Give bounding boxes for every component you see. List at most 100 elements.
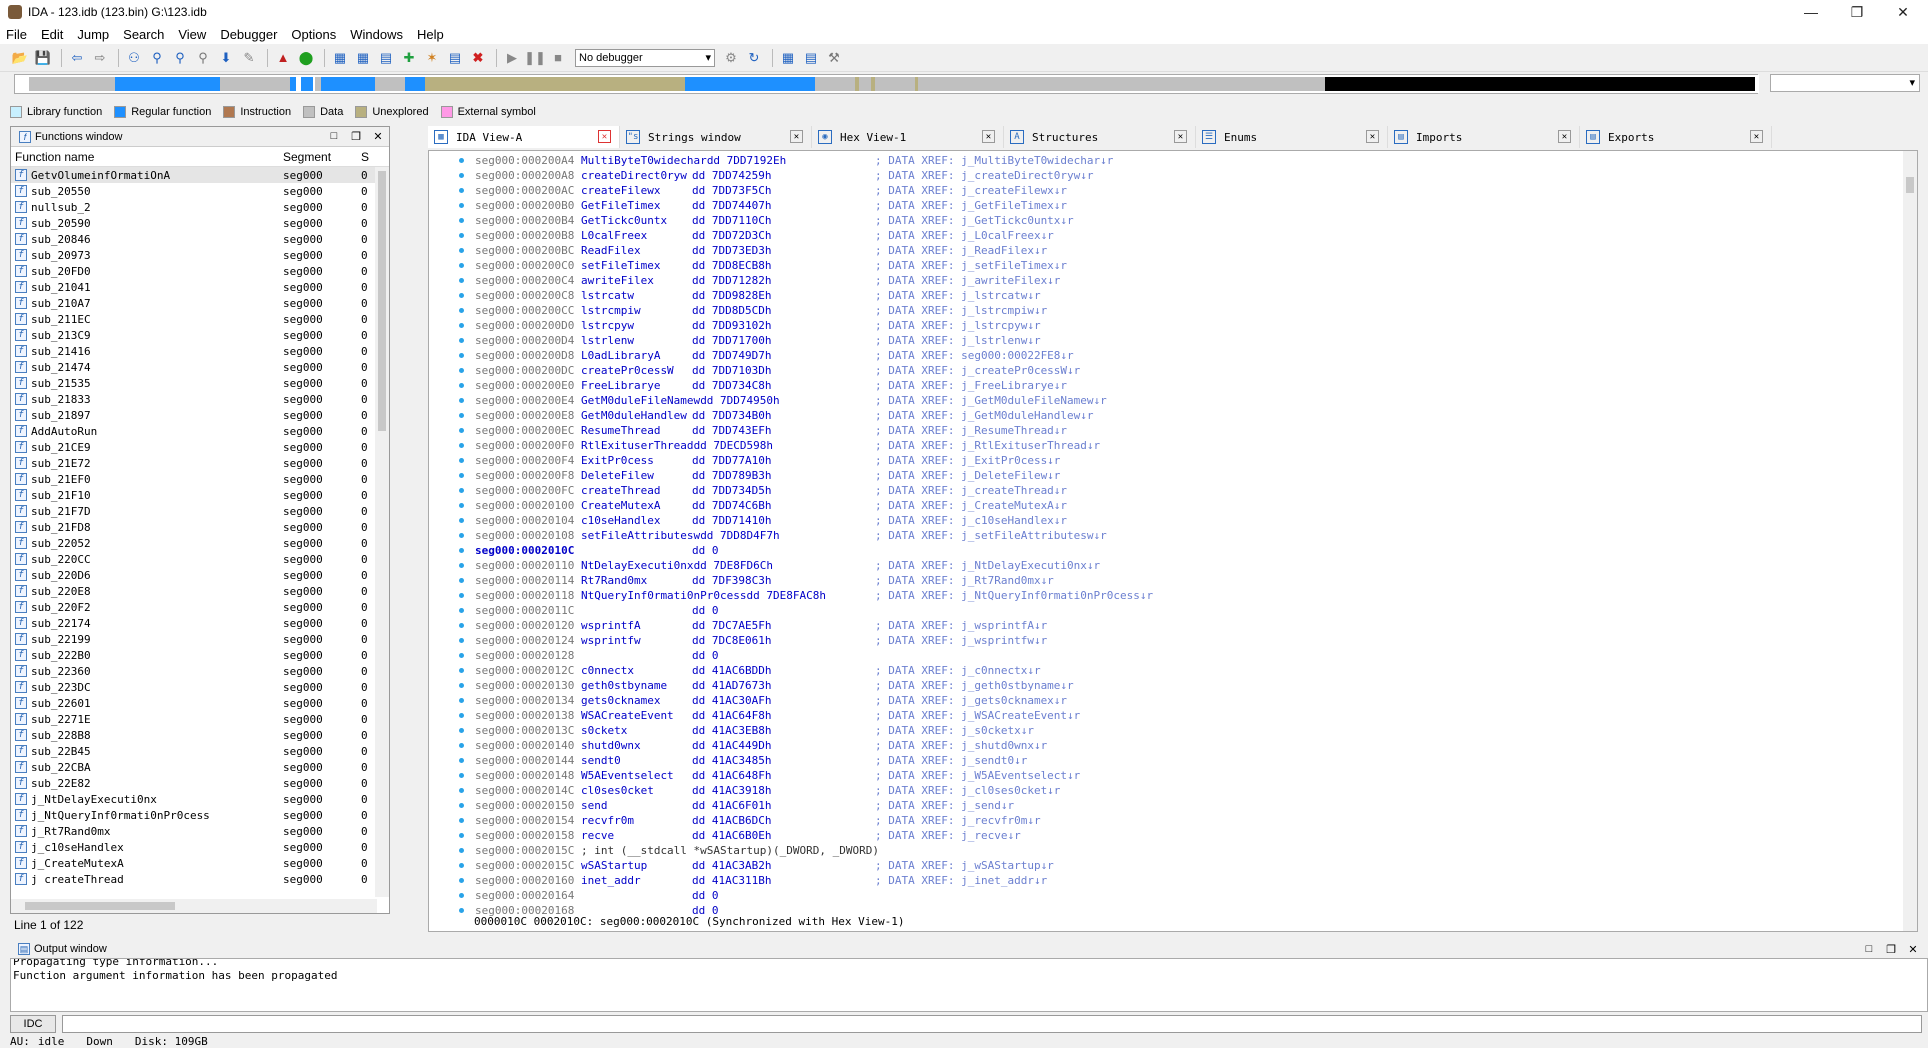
- disasm-name[interactable]: lstrcmpiw: [581, 303, 692, 318]
- breakpoint-dot[interactable]: [459, 878, 464, 883]
- disasm-xref-comment[interactable]: ; DATA XREF: j_inet_addr↓r: [875, 873, 1047, 888]
- column-segment[interactable]: Segment: [283, 150, 361, 164]
- function-row[interactable]: f j_createThread seg000 0: [11, 871, 389, 885]
- add-node-icon[interactable]: ✚: [399, 48, 419, 68]
- function-row[interactable]: f sub_22CBA seg000 0: [11, 759, 389, 775]
- disasm-name[interactable]: geth0stbyname: [581, 678, 692, 693]
- disasm-xref-comment[interactable]: ; DATA XREF: j_lstrcmpiw↓r: [875, 303, 1047, 318]
- disasm-name[interactable]: send: [581, 798, 692, 813]
- disasm-xref-comment[interactable]: ; DATA XREF: j_lstrcpyw↓r: [875, 318, 1041, 333]
- disasm-name[interactable]: W5AEventselect: [581, 768, 692, 783]
- disasm-line[interactable]: seg000:000200E4 GetM0duleFileNamewdd 7DD…: [475, 393, 1107, 408]
- disasm-line[interactable]: seg000:0002014C cl0ses0cket dd 41AC3918h;…: [475, 783, 1060, 798]
- disasm-name[interactable]: lstrcatw: [581, 288, 692, 303]
- disasm-name[interactable]: createThread: [581, 483, 692, 498]
- breakpoint-dot[interactable]: [459, 863, 464, 868]
- flow-chart-icon[interactable]: ▲: [273, 48, 293, 68]
- column-start[interactable]: S: [361, 150, 373, 164]
- disasm-name[interactable]: wsprintfw: [581, 633, 692, 648]
- disasm-xref-comment[interactable]: ; DATA XREF: j_FreeLibrarye↓r: [875, 378, 1067, 393]
- disasm-name[interactable]: recve: [581, 828, 692, 843]
- function-row[interactable]: f sub_21535 seg000 0: [11, 375, 389, 391]
- disasm-xref-comment[interactable]: ; DATA XREF: j_gets0cknamex↓r: [875, 693, 1067, 708]
- breakpoint-dot[interactable]: [459, 338, 464, 343]
- disasm-line[interactable]: seg000:000200AC createFilewx dd 7DD73F5Ch…: [475, 183, 1067, 198]
- disasm-xref-comment[interactable]: ; DATA XREF: j_send↓r: [875, 798, 1014, 813]
- disasm-line[interactable]: seg000:00020104 c10seHandlex dd 7DD71410h…: [475, 513, 1067, 528]
- dock-icon[interactable]: ❐: [345, 130, 367, 143]
- disasm-name[interactable]: inet_addr: [581, 873, 692, 888]
- menu-view[interactable]: View: [178, 27, 206, 42]
- functions-vscrollbar[interactable]: [375, 167, 389, 897]
- xref-icon[interactable]: ▦: [353, 48, 373, 68]
- breakpoint-dot[interactable]: [459, 398, 464, 403]
- menu-search[interactable]: Search: [123, 27, 164, 42]
- disasm-xref-comment[interactable]: ; DATA XREF: j_createFilewx↓r: [875, 183, 1067, 198]
- breakpoint-dot[interactable]: [459, 458, 464, 463]
- disasm-xref-comment[interactable]: ; DATA XREF: j_NtDelayExecuti0nx↓r: [875, 558, 1100, 573]
- navigation-band[interactable]: [14, 74, 1759, 94]
- menu-jump[interactable]: Jump: [77, 27, 109, 42]
- function-row[interactable]: f sub_228B8 seg000 0: [11, 727, 389, 743]
- idc-button[interactable]: IDC: [10, 1015, 56, 1033]
- breakpoint-dot[interactable]: [459, 743, 464, 748]
- idc-command-input[interactable]: [62, 1015, 1922, 1033]
- disasm-name[interactable]: NtDelayExecuti0nx: [581, 558, 694, 573]
- tab-strings-window[interactable]: "s Strings window ✕: [620, 126, 812, 148]
- function-row[interactable]: f sub_21041 seg000 0: [11, 279, 389, 295]
- breakpoint-dot[interactable]: [459, 653, 464, 658]
- breakpoint-dot[interactable]: [459, 803, 464, 808]
- menu-windows[interactable]: Windows: [350, 27, 403, 42]
- green-circle-icon[interactable]: ⬤: [296, 48, 316, 68]
- breakpoint-dot[interactable]: [459, 578, 464, 583]
- disasm-xref-comment[interactable]: ; DATA XREF: j_GetTickc0untx↓r: [875, 213, 1074, 228]
- functions-hscrollbar[interactable]: [11, 899, 377, 913]
- debugger-select[interactable]: No debugger: [575, 48, 715, 67]
- disasm-xref-comment[interactable]: ; DATA XREF: j_ResumeThread↓r: [875, 423, 1067, 438]
- breakpoint-dot[interactable]: [459, 293, 464, 298]
- breakpoint-dot[interactable]: [459, 818, 464, 823]
- minimize-icon[interactable]: —: [1788, 0, 1834, 24]
- disasm-name[interactable]: RtlExituserThread: [581, 438, 694, 453]
- delete-red-x-icon[interactable]: ✖: [468, 48, 488, 68]
- disasm-line[interactable]: seg000:000200BC ReadFilex dd 7DD73ED3h ; D…: [475, 243, 1047, 258]
- disasm-line[interactable]: seg000:000200FC createThread dd 7DD734D5h…: [475, 483, 1067, 498]
- disasm-name[interactable]: c10seHandlex: [581, 513, 692, 528]
- disasm-xref-comment[interactable]: ; DATA XREF: j_sendt0↓r: [875, 753, 1027, 768]
- chart-icon[interactable]: ▤: [445, 48, 465, 68]
- nav-dropdown[interactable]: ▾: [1770, 74, 1920, 92]
- tab-enums[interactable]: ☰ Enums ✕: [1196, 126, 1388, 148]
- function-row[interactable]: f sub_20590 seg000 0: [11, 215, 389, 231]
- breakpoint-dot[interactable]: [459, 683, 464, 688]
- close-icon[interactable]: ✕: [1902, 943, 1924, 956]
- breakpoint-dot[interactable]: [459, 353, 464, 358]
- disasm-line[interactable]: seg000:000200A8 createDirect0ryw dd 7DD74…: [475, 168, 1094, 183]
- disasm-line[interactable]: seg000:00020118 NtQueryInf0rmati0nPr0ces…: [475, 588, 1153, 603]
- menu-file[interactable]: File: [6, 27, 27, 42]
- disasm-xref-comment[interactable]: ; DATA XREF: j_GetM0duleFileNamew↓r: [875, 393, 1107, 408]
- disasm-name[interactable]: createFilewx: [581, 183, 692, 198]
- disasm-line[interactable]: seg000:0002012C c0nnectx dd 41AC6BDDh ; DA…: [475, 663, 1041, 678]
- disasm-name[interactable]: c0nnectx: [581, 663, 692, 678]
- disasm-name[interactable]: recvfr0m: [581, 813, 692, 828]
- disasm-line[interactable]: seg000:00020148 W5AEventselect dd 41AC648…: [475, 768, 1080, 783]
- breakpoint-dot[interactable]: [459, 308, 464, 313]
- menu-help[interactable]: Help: [417, 27, 444, 42]
- breakpoint-dot[interactable]: [459, 563, 464, 568]
- disasm-name[interactable]: L0adLibraryA: [581, 348, 692, 363]
- debug-options-icon[interactable]: ⚙: [721, 48, 741, 68]
- disasm-name[interactable]: GetTickc0untx: [581, 213, 692, 228]
- disasm-xref-comment[interactable]: ; DATA XREF: j_GetM0duleHandlew↓r: [875, 408, 1094, 423]
- disasm-name[interactable]: L0calFreex: [581, 228, 692, 243]
- breakpoint-dot[interactable]: [459, 638, 464, 643]
- disasm-name[interactable]: awriteFilex: [581, 273, 692, 288]
- close-icon[interactable]: ✕: [1880, 0, 1926, 24]
- disasm-name[interactable]: WSACreateEvent: [581, 708, 692, 723]
- disasm-xref-comment[interactable]: ; DATA XREF: j_recvfr0m↓r: [875, 813, 1041, 828]
- patch-icon[interactable]: ✎: [239, 48, 259, 68]
- play-icon[interactable]: ▶: [502, 48, 522, 68]
- disasm-name[interactable]: shutd0wnx: [581, 738, 692, 753]
- function-row[interactable]: f j_Rt7Rand0mx seg000 0: [11, 823, 389, 839]
- function-row[interactable]: f sub_223DC seg000 0: [11, 679, 389, 695]
- breakpoint-dot[interactable]: [459, 323, 464, 328]
